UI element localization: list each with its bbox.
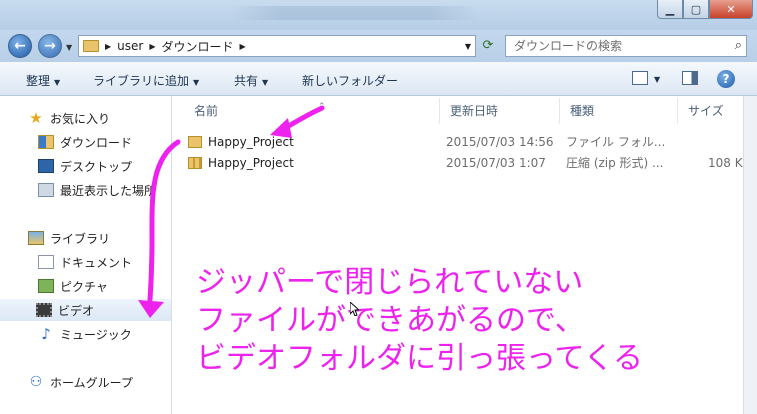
annotation-arrowhead-videos bbox=[138, 300, 164, 318]
annotation-arrow-to-videos bbox=[147, 139, 181, 303]
annotation-arrowhead-folder bbox=[270, 118, 292, 138]
annotation-text-line-3: ビデオフォルダに引っ張ってくる bbox=[196, 341, 643, 376]
annotation-text-line-1: ジッパーで閉じられていない bbox=[196, 265, 584, 300]
mouse-cursor-icon bbox=[350, 302, 359, 316]
annotation-text-line-2: ファイルができあがるので、 bbox=[196, 303, 585, 338]
